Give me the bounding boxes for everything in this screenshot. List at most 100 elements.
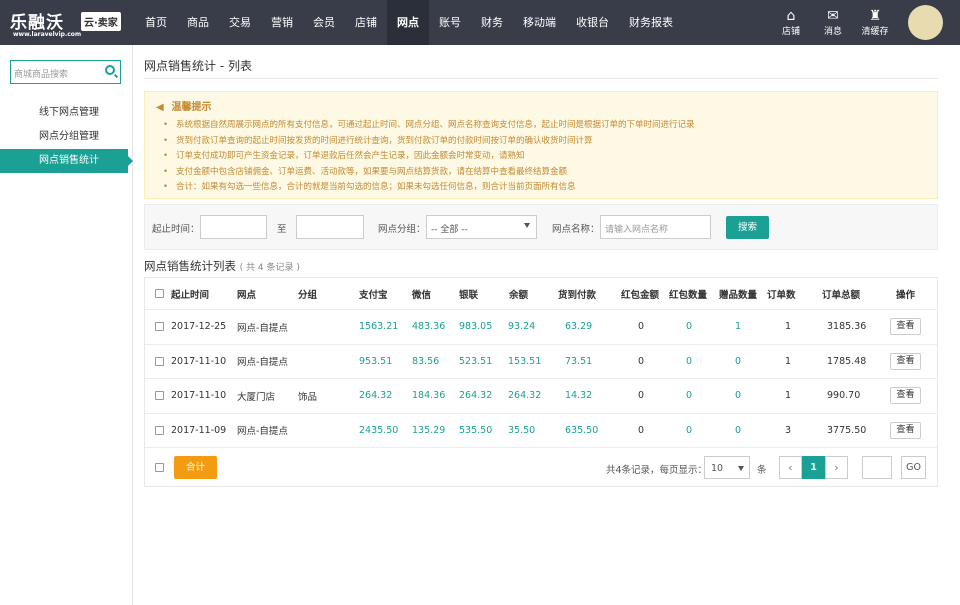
cell-order-total: 1785.48 bbox=[827, 355, 867, 367]
row-checkbox[interactable] bbox=[155, 356, 164, 366]
broom-icon: ♜ bbox=[868, 8, 882, 24]
nav-account[interactable]: 账号 bbox=[429, 0, 471, 45]
clear-cache-label: 清缓存 bbox=[861, 27, 889, 37]
nav-finance-report[interactable]: 财务报表 bbox=[619, 0, 683, 45]
cell-order-total: 990.70 bbox=[827, 390, 861, 402]
top-bar: 乐融沃 云·卖家 www.laravelvip.com 首页 商品 交易 营销 … bbox=[0, 0, 960, 45]
go-button[interactable]: GO bbox=[901, 456, 926, 479]
view-button[interactable]: 查看 bbox=[890, 318, 921, 336]
start-date-input[interactable] bbox=[200, 215, 267, 239]
cell-outlet: 网点-自提点 bbox=[237, 426, 288, 438]
search-icon[interactable] bbox=[105, 65, 115, 75]
cell-redpacket-amount: 0 bbox=[638, 355, 645, 367]
nav-finance[interactable]: 财务 bbox=[471, 0, 513, 45]
cell-group: 饰品 bbox=[298, 391, 318, 403]
search-button[interactable]: 搜索 bbox=[726, 216, 769, 239]
row-checkbox[interactable] bbox=[155, 425, 164, 435]
tips-title: ◀ 温馨提示 bbox=[156, 98, 211, 113]
table-row: 2017-11-10 大厦门店 饰品 264.32 184.36 264.32 … bbox=[145, 379, 937, 414]
tip-item: 合计：如果有勾选一些信息，合计的就是当前勾选的信息；如果未勾选任何信息，则合计当… bbox=[163, 180, 695, 196]
shop-link[interactable]: ⌂ 店铺 bbox=[770, 0, 812, 45]
sidebar-item-offline-outlets[interactable]: 线下网点管理 bbox=[0, 101, 133, 125]
cell-gift-count: 0 bbox=[735, 390, 742, 402]
cell-alipay: 2435.50 bbox=[359, 424, 399, 436]
cell-wechat: 135.29 bbox=[412, 424, 446, 436]
sidebar-item-outlet-groups[interactable]: 网点分组管理 bbox=[0, 125, 133, 149]
nav-cashier[interactable]: 收银台 bbox=[566, 0, 619, 45]
logo-url: www.laravelvip.com bbox=[13, 31, 82, 38]
logo[interactable]: 乐融沃 云·卖家 www.laravelvip.com bbox=[10, 6, 135, 40]
nav-mobile[interactable]: 移动端 bbox=[513, 0, 566, 45]
record-count: ( 共 4 条记录 ) bbox=[239, 263, 300, 273]
table-row: 2017-12-25 网点-自提点 1563.21 483.36 983.05 … bbox=[145, 310, 937, 345]
footer-select-all-checkbox[interactable] bbox=[155, 462, 164, 472]
next-page-button[interactable]: › bbox=[825, 456, 848, 479]
cell-unionpay: 983.05 bbox=[459, 321, 493, 333]
end-date-input[interactable] bbox=[296, 215, 364, 239]
clear-cache-link[interactable]: ♜ 清缓存 bbox=[854, 0, 896, 45]
total-button[interactable]: 合计 bbox=[174, 456, 217, 479]
chevron-down-icon bbox=[524, 223, 530, 228]
shop-link-label: 店铺 bbox=[781, 27, 800, 37]
page-jump-input[interactable] bbox=[862, 456, 892, 479]
group-select[interactable]: -- 全部 -- bbox=[426, 215, 537, 239]
nav-shop[interactable]: 店铺 bbox=[345, 0, 387, 45]
cell-unionpay: 535.50 bbox=[459, 424, 493, 436]
view-button[interactable]: 查看 bbox=[890, 421, 921, 439]
to-label: 至 bbox=[277, 224, 287, 235]
nav-marketing[interactable]: 营销 bbox=[261, 0, 303, 45]
tip-item: 货到付款订单查询的起止时间按发货的时间进行统计查询，货到付款订单的付款时间按订单… bbox=[163, 134, 695, 150]
cell-outlet: 大厦门店 bbox=[237, 391, 276, 403]
page-size-select[interactable]: 10 bbox=[704, 456, 750, 479]
select-all-checkbox[interactable] bbox=[155, 289, 164, 298]
cell-order-count: 3 bbox=[785, 424, 792, 436]
divider bbox=[144, 78, 938, 79]
col-alipay: 支付宝 bbox=[359, 289, 388, 301]
cell-order-total: 3185.36 bbox=[827, 321, 867, 333]
group-select-value: -- 全部 -- bbox=[431, 225, 468, 235]
pagination-summary: 共4条记录，每页显示： bbox=[606, 465, 708, 476]
col-wechat: 微信 bbox=[412, 289, 432, 301]
cell-alipay: 1563.21 bbox=[359, 321, 399, 333]
cell-unionpay: 264.32 bbox=[459, 390, 493, 402]
page-1-button[interactable]: 1 bbox=[802, 456, 825, 479]
avatar[interactable] bbox=[908, 5, 943, 40]
megaphone-icon: ◀ bbox=[156, 102, 164, 113]
cell-balance: 153.51 bbox=[508, 355, 542, 367]
col-cod: 货到付款 bbox=[558, 289, 597, 301]
row-checkbox[interactable] bbox=[155, 391, 164, 401]
sidebar-item-outlet-sales[interactable]: 网点销售统计 bbox=[0, 149, 133, 173]
search-input[interactable]: 商城商品搜索 bbox=[10, 60, 121, 84]
nav-outlet[interactable]: 网点 bbox=[387, 0, 429, 45]
nav-home[interactable]: 首页 bbox=[135, 0, 177, 45]
nav-trade[interactable]: 交易 bbox=[219, 0, 261, 45]
page-size-unit: 条 bbox=[757, 465, 767, 476]
prev-page-button[interactable]: ‹ bbox=[779, 456, 802, 479]
tips-box: ◀ 温馨提示 系统根据自然周展示网点的所有支付信息，可通过起止时间、网点分组、网… bbox=[144, 91, 938, 199]
group-label: 网点分组： bbox=[378, 224, 426, 235]
outlet-name-input[interactable]: 请输入网点名称 bbox=[600, 215, 711, 239]
row-checkbox[interactable] bbox=[155, 322, 164, 332]
col-order-total: 订单总额 bbox=[822, 289, 861, 301]
cell-time: 2017-11-09 bbox=[171, 424, 227, 436]
nav-member[interactable]: 会员 bbox=[303, 0, 345, 45]
cell-redpacket-amount: 0 bbox=[638, 321, 645, 333]
cell-wechat: 83.56 bbox=[412, 355, 440, 367]
cell-time: 2017-11-10 bbox=[171, 355, 227, 367]
logo-text: 乐融沃 bbox=[10, 13, 64, 33]
view-button[interactable]: 查看 bbox=[890, 352, 921, 370]
view-button[interactable]: 查看 bbox=[890, 387, 921, 405]
outlet-name-label: 网点名称： bbox=[552, 224, 600, 235]
cell-gift-count: 0 bbox=[735, 355, 742, 367]
nav-goods[interactable]: 商品 bbox=[177, 0, 219, 45]
cell-order-count: 1 bbox=[785, 355, 792, 367]
cell-redpacket-count: 0 bbox=[686, 390, 693, 402]
page-size-value: 10 bbox=[711, 463, 724, 474]
col-action: 操作 bbox=[896, 289, 916, 301]
col-group: 分组 bbox=[298, 289, 318, 301]
cell-time: 2017-12-25 bbox=[171, 321, 227, 333]
main-nav: 首页 商品 交易 营销 会员 店铺 网点 账号 财务 移动端 收银台 财务报表 bbox=[135, 0, 683, 45]
logo-badge: 云·卖家 bbox=[81, 12, 121, 31]
message-link[interactable]: ✉ 消息 bbox=[812, 0, 854, 45]
col-balance: 余额 bbox=[509, 289, 529, 301]
